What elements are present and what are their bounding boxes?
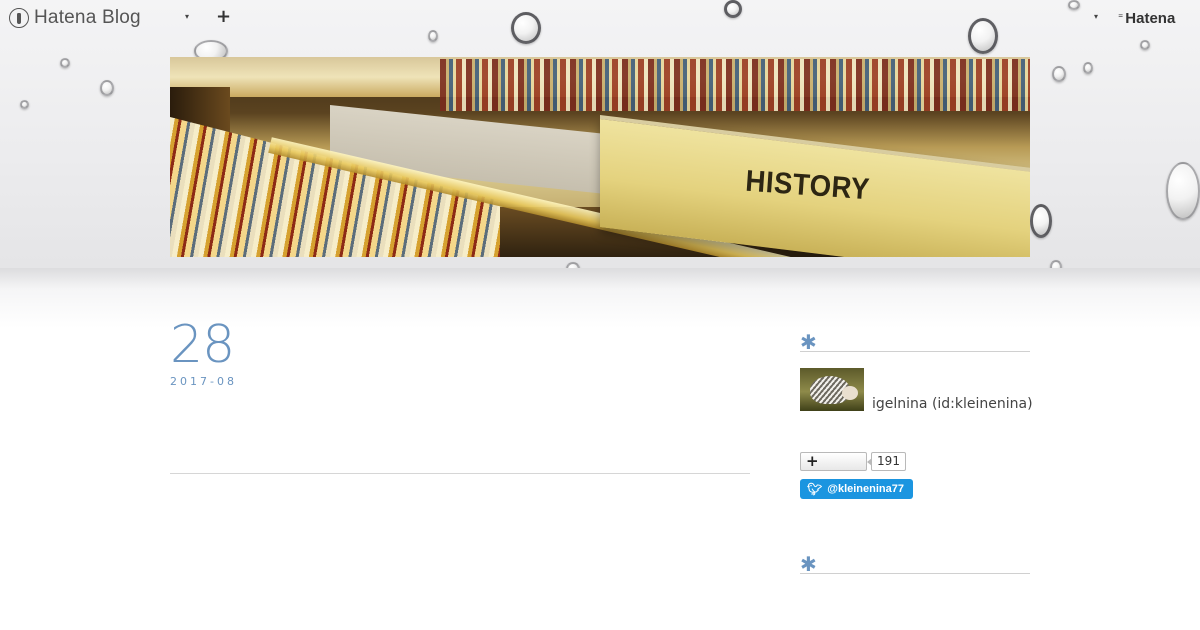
hatena-label: Hatena (1125, 10, 1176, 27)
menu-chevron-down-icon[interactable]: ▾ (1094, 12, 1098, 21)
twitter-handle-label: @kleinenina77 (827, 483, 904, 495)
twitter-follow-button[interactable]: 🐦︎ @kleinenina77 (800, 479, 913, 499)
page: Hatena Blog ▾ + ▾ ⁼ Hatena HISTORY 28 20… (0, 0, 1200, 630)
bookmark-count-badge[interactable]: 191 (867, 452, 906, 471)
profile-avatar[interactable] (800, 368, 864, 411)
twitter-bird-icon: 🐦︎ (807, 482, 823, 496)
second-module-title: ✱ (800, 550, 1030, 576)
brand-label: Hatena Blog (34, 7, 141, 28)
hatena-logo-icon: ⁼ (1118, 13, 1123, 24)
hatena-blog-logo-icon (9, 8, 29, 28)
profile-module-title: ✱ (800, 328, 1030, 354)
entry-date[interactable]: 28 2017-08 (170, 315, 237, 388)
profile-name-link[interactable]: igelnina (id:kleinenina) (872, 396, 1033, 412)
chevron-down-icon[interactable]: ▾ (185, 12, 189, 21)
entry-divider (170, 473, 750, 474)
hatena-bookmark-button[interactable]: + (800, 452, 867, 471)
blog-header-image[interactable]: HISTORY (170, 57, 1030, 257)
add-entry-button[interactable]: + (216, 6, 231, 27)
asterisk-icon: ✱ (800, 552, 817, 576)
entry-date-year-month: 2017-08 (170, 375, 237, 388)
plus-icon: + (806, 452, 819, 470)
hatena-blog-logo-link[interactable]: Hatena Blog (9, 7, 141, 29)
asterisk-icon: ✱ (800, 330, 817, 354)
global-header: Hatena Blog ▾ + ▾ ⁼ Hatena (0, 0, 1200, 36)
entry-date-day: 28 (170, 315, 235, 375)
hatena-account-link[interactable]: ⁼ Hatena (1118, 10, 1175, 27)
